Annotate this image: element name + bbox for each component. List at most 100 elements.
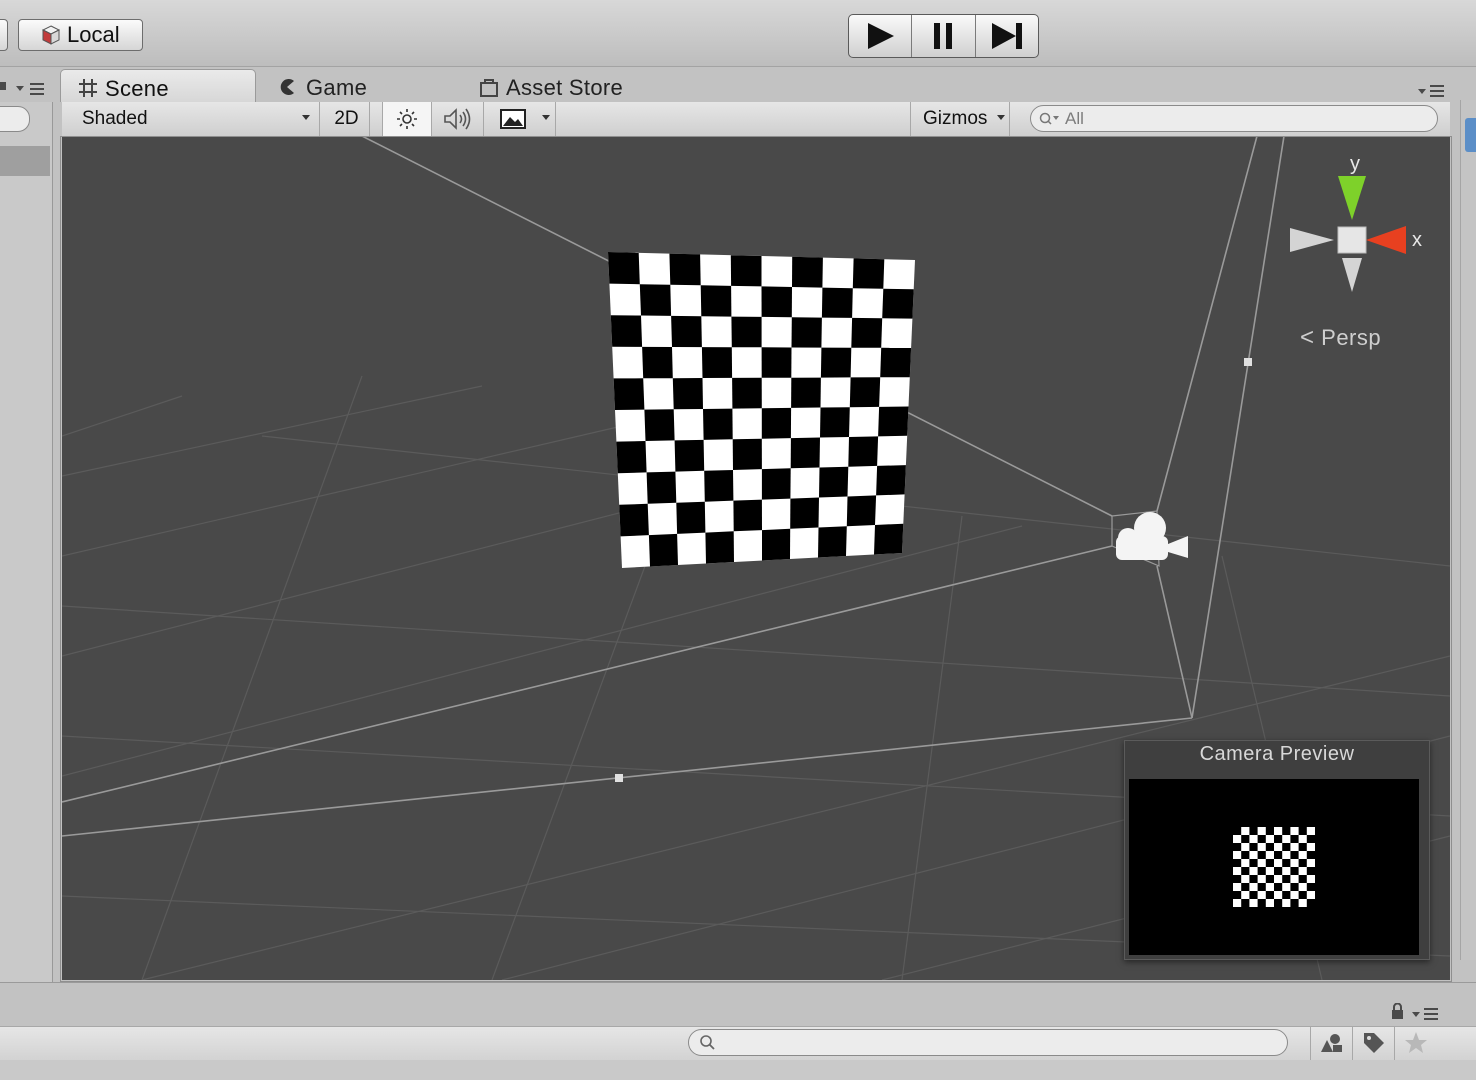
checker-square bbox=[761, 407, 792, 439]
transform-tool-button[interactable] bbox=[0, 19, 8, 51]
checker-square bbox=[878, 406, 909, 437]
checker-square bbox=[1298, 891, 1307, 899]
play-button[interactable] bbox=[849, 15, 913, 57]
checker-square bbox=[1274, 851, 1283, 859]
axis-neg-y-cone[interactable] bbox=[1342, 258, 1362, 292]
grid-line bbox=[62, 425, 623, 557]
checker-square bbox=[761, 468, 791, 500]
checkerboard-plane[interactable] bbox=[608, 252, 915, 568]
pivot-rotation-toggle[interactable]: Local bbox=[18, 19, 143, 51]
checker-square bbox=[1257, 835, 1266, 843]
lock-icon[interactable] bbox=[1390, 1003, 1446, 1021]
scene-lighting-toggle[interactable] bbox=[382, 102, 432, 136]
pause-button[interactable] bbox=[912, 15, 976, 57]
projection-toggle[interactable]: < Persp bbox=[1300, 324, 1381, 352]
checker-square bbox=[1241, 835, 1250, 843]
scene-search-input[interactable]: All bbox=[1030, 105, 1438, 132]
checker-square bbox=[669, 253, 701, 286]
checker-square bbox=[1233, 827, 1242, 835]
search-icon bbox=[700, 1035, 715, 1050]
checker-square bbox=[1249, 843, 1258, 851]
gizmos-dropdown[interactable]: Gizmos bbox=[910, 102, 1010, 136]
step-button[interactable] bbox=[976, 15, 1038, 57]
image-icon bbox=[500, 109, 526, 129]
grid-line bbox=[62, 525, 1023, 777]
hierarchy-search-input[interactable] bbox=[0, 106, 30, 132]
pivot-rotation-label: Local bbox=[67, 22, 120, 47]
checker-square bbox=[791, 377, 821, 408]
checker-square bbox=[610, 315, 643, 347]
camera-preview-checkerboard bbox=[1233, 827, 1315, 907]
axis-x-cone[interactable] bbox=[1366, 226, 1406, 254]
chevron-down-icon bbox=[997, 115, 1005, 120]
grid-line bbox=[62, 395, 183, 437]
perspective-chevron-icon: < bbox=[1300, 324, 1315, 351]
checker-square bbox=[1306, 835, 1315, 843]
chevron-down-icon bbox=[542, 115, 550, 120]
shading-mode-dropdown[interactable]: Shaded bbox=[70, 102, 320, 136]
game-pacman-icon bbox=[280, 79, 294, 95]
checker-square bbox=[762, 528, 791, 561]
checker-square bbox=[882, 288, 914, 319]
tab-scene[interactable]: Scene bbox=[60, 69, 256, 102]
grid-line bbox=[62, 385, 483, 477]
tab-game[interactable]: Game bbox=[278, 69, 367, 102]
checker-square bbox=[1241, 883, 1250, 891]
camera-preview-panel: Camera Preview bbox=[1124, 740, 1430, 960]
checker-square bbox=[1233, 875, 1242, 883]
checker-square bbox=[1265, 875, 1274, 883]
scene-effects-dropdown[interactable] bbox=[484, 102, 556, 136]
search-icon bbox=[1039, 112, 1059, 125]
orientation-gizmo[interactable]: y x bbox=[1290, 153, 1422, 292]
project-content-area bbox=[0, 1060, 1476, 1080]
checker-square bbox=[671, 315, 702, 348]
checker-square bbox=[1290, 867, 1299, 875]
scene-panel-menu-icon[interactable] bbox=[1418, 84, 1444, 98]
checker-square bbox=[1306, 851, 1315, 859]
frustum-handle[interactable] bbox=[615, 774, 623, 782]
checker-square bbox=[848, 436, 879, 467]
checker-square bbox=[761, 347, 792, 378]
axis-x-label: x bbox=[1412, 229, 1422, 251]
projection-label: Persp bbox=[1321, 325, 1382, 350]
checker-square bbox=[790, 497, 819, 529]
checker-square bbox=[790, 437, 820, 469]
tab-asset-store[interactable]: Asset Store bbox=[478, 69, 623, 102]
checker-square bbox=[1265, 827, 1274, 835]
project-search-input[interactable] bbox=[688, 1029, 1288, 1056]
checker-square bbox=[732, 438, 762, 470]
filter-by-type-button[interactable] bbox=[1310, 1026, 1353, 1060]
gizmo-center-cube[interactable] bbox=[1337, 226, 1367, 254]
axis-y-label: y bbox=[1350, 153, 1360, 175]
checker-square bbox=[733, 499, 762, 532]
checker-square bbox=[880, 347, 912, 378]
favorites-button[interactable] bbox=[1394, 1026, 1437, 1060]
checker-square bbox=[1282, 843, 1291, 851]
axis-neg-x-cone[interactable] bbox=[1290, 228, 1334, 252]
checker-square bbox=[1249, 891, 1258, 899]
cube-icon bbox=[41, 25, 61, 45]
scene-audio-toggle[interactable] bbox=[432, 102, 484, 136]
2d-mode-button[interactable]: 2D bbox=[324, 102, 370, 136]
checker-square bbox=[674, 439, 705, 472]
tab-game-label: Game bbox=[306, 75, 368, 100]
checker-square bbox=[1241, 899, 1250, 907]
checker-square bbox=[1306, 867, 1315, 875]
filter-by-label-button[interactable] bbox=[1352, 1026, 1395, 1060]
checker-square bbox=[1265, 891, 1274, 899]
checker-square bbox=[849, 377, 881, 408]
checker-square bbox=[1298, 843, 1307, 851]
playback-controls bbox=[848, 14, 1039, 58]
checker-square bbox=[1282, 891, 1291, 899]
checker-square bbox=[1257, 899, 1266, 907]
checker-square bbox=[730, 255, 762, 287]
checker-square bbox=[761, 286, 792, 318]
checker-square bbox=[1241, 851, 1250, 859]
checker-square bbox=[876, 465, 906, 496]
checker-square bbox=[1290, 851, 1299, 859]
camera-preview-render bbox=[1129, 779, 1419, 955]
axis-y-cone[interactable] bbox=[1338, 176, 1366, 220]
hierarchy-selected-row[interactable] bbox=[0, 146, 50, 176]
tab-asset-store-label: Asset Store bbox=[506, 75, 624, 100]
frustum-handle[interactable] bbox=[1244, 358, 1252, 366]
